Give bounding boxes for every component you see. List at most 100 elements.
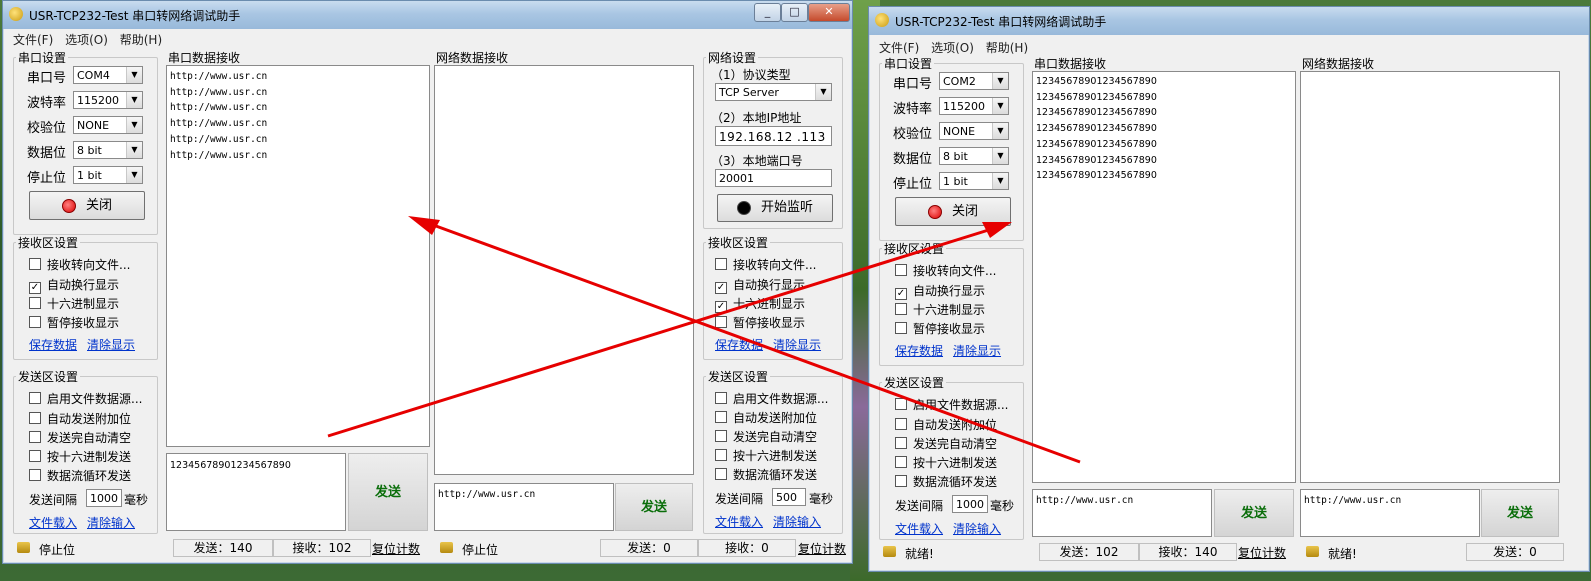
clear-input-link[interactable]: 清除输入 xyxy=(953,520,1001,537)
right-titlebar[interactable]: USR-TCP232-Test 串口转网络调试助手 xyxy=(869,7,1589,35)
load-file-link[interactable]: 文件载入 xyxy=(895,520,943,537)
reset-count-button[interactable]: 复位计数 xyxy=(372,540,420,557)
net-recv-to-file-checkbox[interactable]: 接收转向文件... xyxy=(715,256,816,273)
file-source-checkbox[interactable]: 启用文件数据源... xyxy=(895,396,1008,413)
port-number-input[interactable]: 20001 xyxy=(715,169,832,187)
net-send-button[interactable]: 发送 xyxy=(615,483,693,531)
auto-append-checkbox[interactable]: 自动发送附加位 xyxy=(895,416,997,433)
net-send-settings-legend: 发送区设置 xyxy=(708,370,769,384)
hex-display-checkbox[interactable]: 十六进制显示 xyxy=(29,295,119,312)
recv-line: http://www.usr.cn xyxy=(170,71,268,82)
recv-to-file-checkbox[interactable]: 接收转向文件... xyxy=(29,256,130,273)
net-recv-textarea[interactable] xyxy=(1300,71,1560,483)
net-send-button[interactable]: 发送 xyxy=(1481,489,1559,537)
serial-send-button[interactable]: 发送 xyxy=(1214,489,1294,537)
net-hex-send-checkbox[interactable]: 按十六进制发送 xyxy=(715,447,817,464)
net-clear-input-link[interactable]: 清除输入 xyxy=(773,513,821,530)
checkbox-checked-icon: ✓ xyxy=(715,301,727,313)
auto-wrap-checkbox[interactable]: ✓ 自动换行显示 xyxy=(29,276,119,294)
net-send-textarea[interactable]: http://www.usr.cn xyxy=(1300,489,1480,537)
checkbox-checked-icon: ✓ xyxy=(895,288,907,300)
auto-clear-checkbox[interactable]: 发送完自动清空 xyxy=(29,429,131,446)
serial-toggle-button[interactable]: 关闭 xyxy=(29,191,145,220)
net-load-file-link[interactable]: 文件载入 xyxy=(715,513,763,530)
hex-display-checkbox[interactable]: 十六进制显示 xyxy=(895,301,985,318)
net-interval-input[interactable]: 500 xyxy=(772,488,806,506)
auto-append-checkbox[interactable]: 自动发送附加位 xyxy=(29,410,131,427)
net-hex-display-checkbox[interactable]: ✓ 十六进制显示 xyxy=(715,295,805,313)
listen-button[interactable]: 开始监听 xyxy=(717,194,833,222)
checkbox-icon xyxy=(715,392,727,404)
net-file-source-checkbox[interactable]: 启用文件数据源... xyxy=(715,390,828,407)
minimize-button[interactable]: _ xyxy=(754,3,781,22)
reset-count-button[interactable]: 复位计数 xyxy=(1238,544,1286,561)
net-auto-wrap-checkbox[interactable]: ✓ 自动换行显示 xyxy=(715,276,805,294)
load-file-link[interactable]: 文件载入 xyxy=(29,514,77,531)
port-select[interactable]: COM2 ▼ xyxy=(939,72,1009,90)
serial-recv-textarea[interactable]: 12345678901234567890 1234567890123456789… xyxy=(1032,71,1296,483)
net-interval-label: 发送间隔 xyxy=(715,492,764,506)
net-send-textarea[interactable]: http://www.usr.cn xyxy=(434,483,614,531)
ip-input[interactable]: 192.168.12 .113 xyxy=(715,126,832,146)
auto-wrap-checkbox[interactable]: ✓ 自动换行显示 xyxy=(895,282,985,300)
save-data-link[interactable]: 保存数据 xyxy=(29,336,77,353)
menu-file[interactable]: 文件(F) xyxy=(13,31,53,48)
hex-send-checkbox[interactable]: 按十六进制发送 xyxy=(29,448,131,465)
databits-select[interactable]: 8 bit ▼ xyxy=(73,141,143,159)
clear-display-link[interactable]: 清除显示 xyxy=(87,336,135,353)
window-title: USR-TCP232-Test 串口转网络调试助手 xyxy=(895,15,1107,29)
loop-send-checkbox[interactable]: 数据流循环发送 xyxy=(29,467,131,484)
net-auto-clear-checkbox[interactable]: 发送完自动清空 xyxy=(715,428,817,445)
net-loop-send-checkbox[interactable]: 数据流循环发送 xyxy=(715,466,817,483)
interval-input[interactable]: 1000 xyxy=(952,495,988,513)
baud-select[interactable]: 115200 ▼ xyxy=(73,91,143,109)
serial-settings-legend: 串口设置 xyxy=(884,57,933,71)
menu-help[interactable]: 帮助(H) xyxy=(986,39,1028,56)
parity-select[interactable]: NONE ▼ xyxy=(939,122,1009,140)
stopbits-select[interactable]: 1 bit ▼ xyxy=(73,166,143,184)
interval-input[interactable]: 1000 xyxy=(86,489,122,507)
chevron-down-icon: ▼ xyxy=(815,84,831,100)
menu-options[interactable]: 选项(O) xyxy=(65,31,108,48)
net-save-data-link[interactable]: 保存数据 xyxy=(715,336,763,353)
menu-help[interactable]: 帮助(H) xyxy=(120,31,162,48)
recv-to-file-checkbox[interactable]: 接收转向文件... xyxy=(895,262,996,279)
net-pause-recv-checkbox[interactable]: 暂停接收显示 xyxy=(715,314,805,331)
baud-select[interactable]: 115200 ▼ xyxy=(939,97,1009,115)
recv-line: 12345678901234567890 xyxy=(1036,138,1157,150)
clear-display-link[interactable]: 清除显示 xyxy=(953,342,1001,359)
serial-send-button[interactable]: 发送 xyxy=(348,453,428,531)
save-data-link[interactable]: 保存数据 xyxy=(895,342,943,359)
serial-toggle-button[interactable]: 关闭 xyxy=(895,197,1011,226)
recv-line: 12345678901234567890 xyxy=(1036,170,1157,182)
serial-send-textarea[interactable]: 12345678901234567890 xyxy=(166,453,346,531)
serial-recv-textarea[interactable]: http://www.usr.cn http://www.usr.cn http… xyxy=(166,65,430,447)
file-source-checkbox[interactable]: 启用文件数据源... xyxy=(29,390,142,407)
stopbits-select[interactable]: 1 bit ▼ xyxy=(939,172,1009,190)
protocol-select[interactable]: TCP Server ▼ xyxy=(715,83,832,101)
serial-state-text: 停止位 xyxy=(39,543,76,557)
chevron-down-icon: ▼ xyxy=(126,67,142,83)
databits-select[interactable]: 8 bit ▼ xyxy=(939,147,1009,165)
maximize-button[interactable]: □ xyxy=(781,3,808,22)
pause-recv-checkbox[interactable]: 暂停接收显示 xyxy=(29,314,119,331)
checkbox-icon xyxy=(895,418,907,430)
net-recv-textarea[interactable] xyxy=(434,65,694,475)
clear-input-link[interactable]: 清除输入 xyxy=(87,514,135,531)
parity-select[interactable]: NONE ▼ xyxy=(73,116,143,134)
app-icon xyxy=(875,13,889,27)
left-titlebar[interactable]: USR-TCP232-Test 串口转网络调试助手 _ □ ✕ xyxy=(3,1,852,29)
net-clear-display-link[interactable]: 清除显示 xyxy=(773,336,821,353)
port-select[interactable]: COM4 ▼ xyxy=(73,66,143,84)
serial-send-textarea[interactable]: http://www.usr.cn xyxy=(1032,489,1212,537)
close-button[interactable]: ✕ xyxy=(808,3,850,22)
loop-send-checkbox[interactable]: 数据流循环发送 xyxy=(895,473,997,490)
pause-recv-checkbox[interactable]: 暂停接收显示 xyxy=(895,320,985,337)
menu-file[interactable]: 文件(F) xyxy=(879,39,919,56)
checkbox-icon xyxy=(29,450,41,462)
net-reset-count-button[interactable]: 复位计数 xyxy=(798,540,846,557)
auto-clear-checkbox[interactable]: 发送完自动清空 xyxy=(895,435,997,452)
menu-options[interactable]: 选项(O) xyxy=(931,39,974,56)
hex-send-checkbox[interactable]: 按十六进制发送 xyxy=(895,454,997,471)
net-auto-append-checkbox[interactable]: 自动发送附加位 xyxy=(715,409,817,426)
